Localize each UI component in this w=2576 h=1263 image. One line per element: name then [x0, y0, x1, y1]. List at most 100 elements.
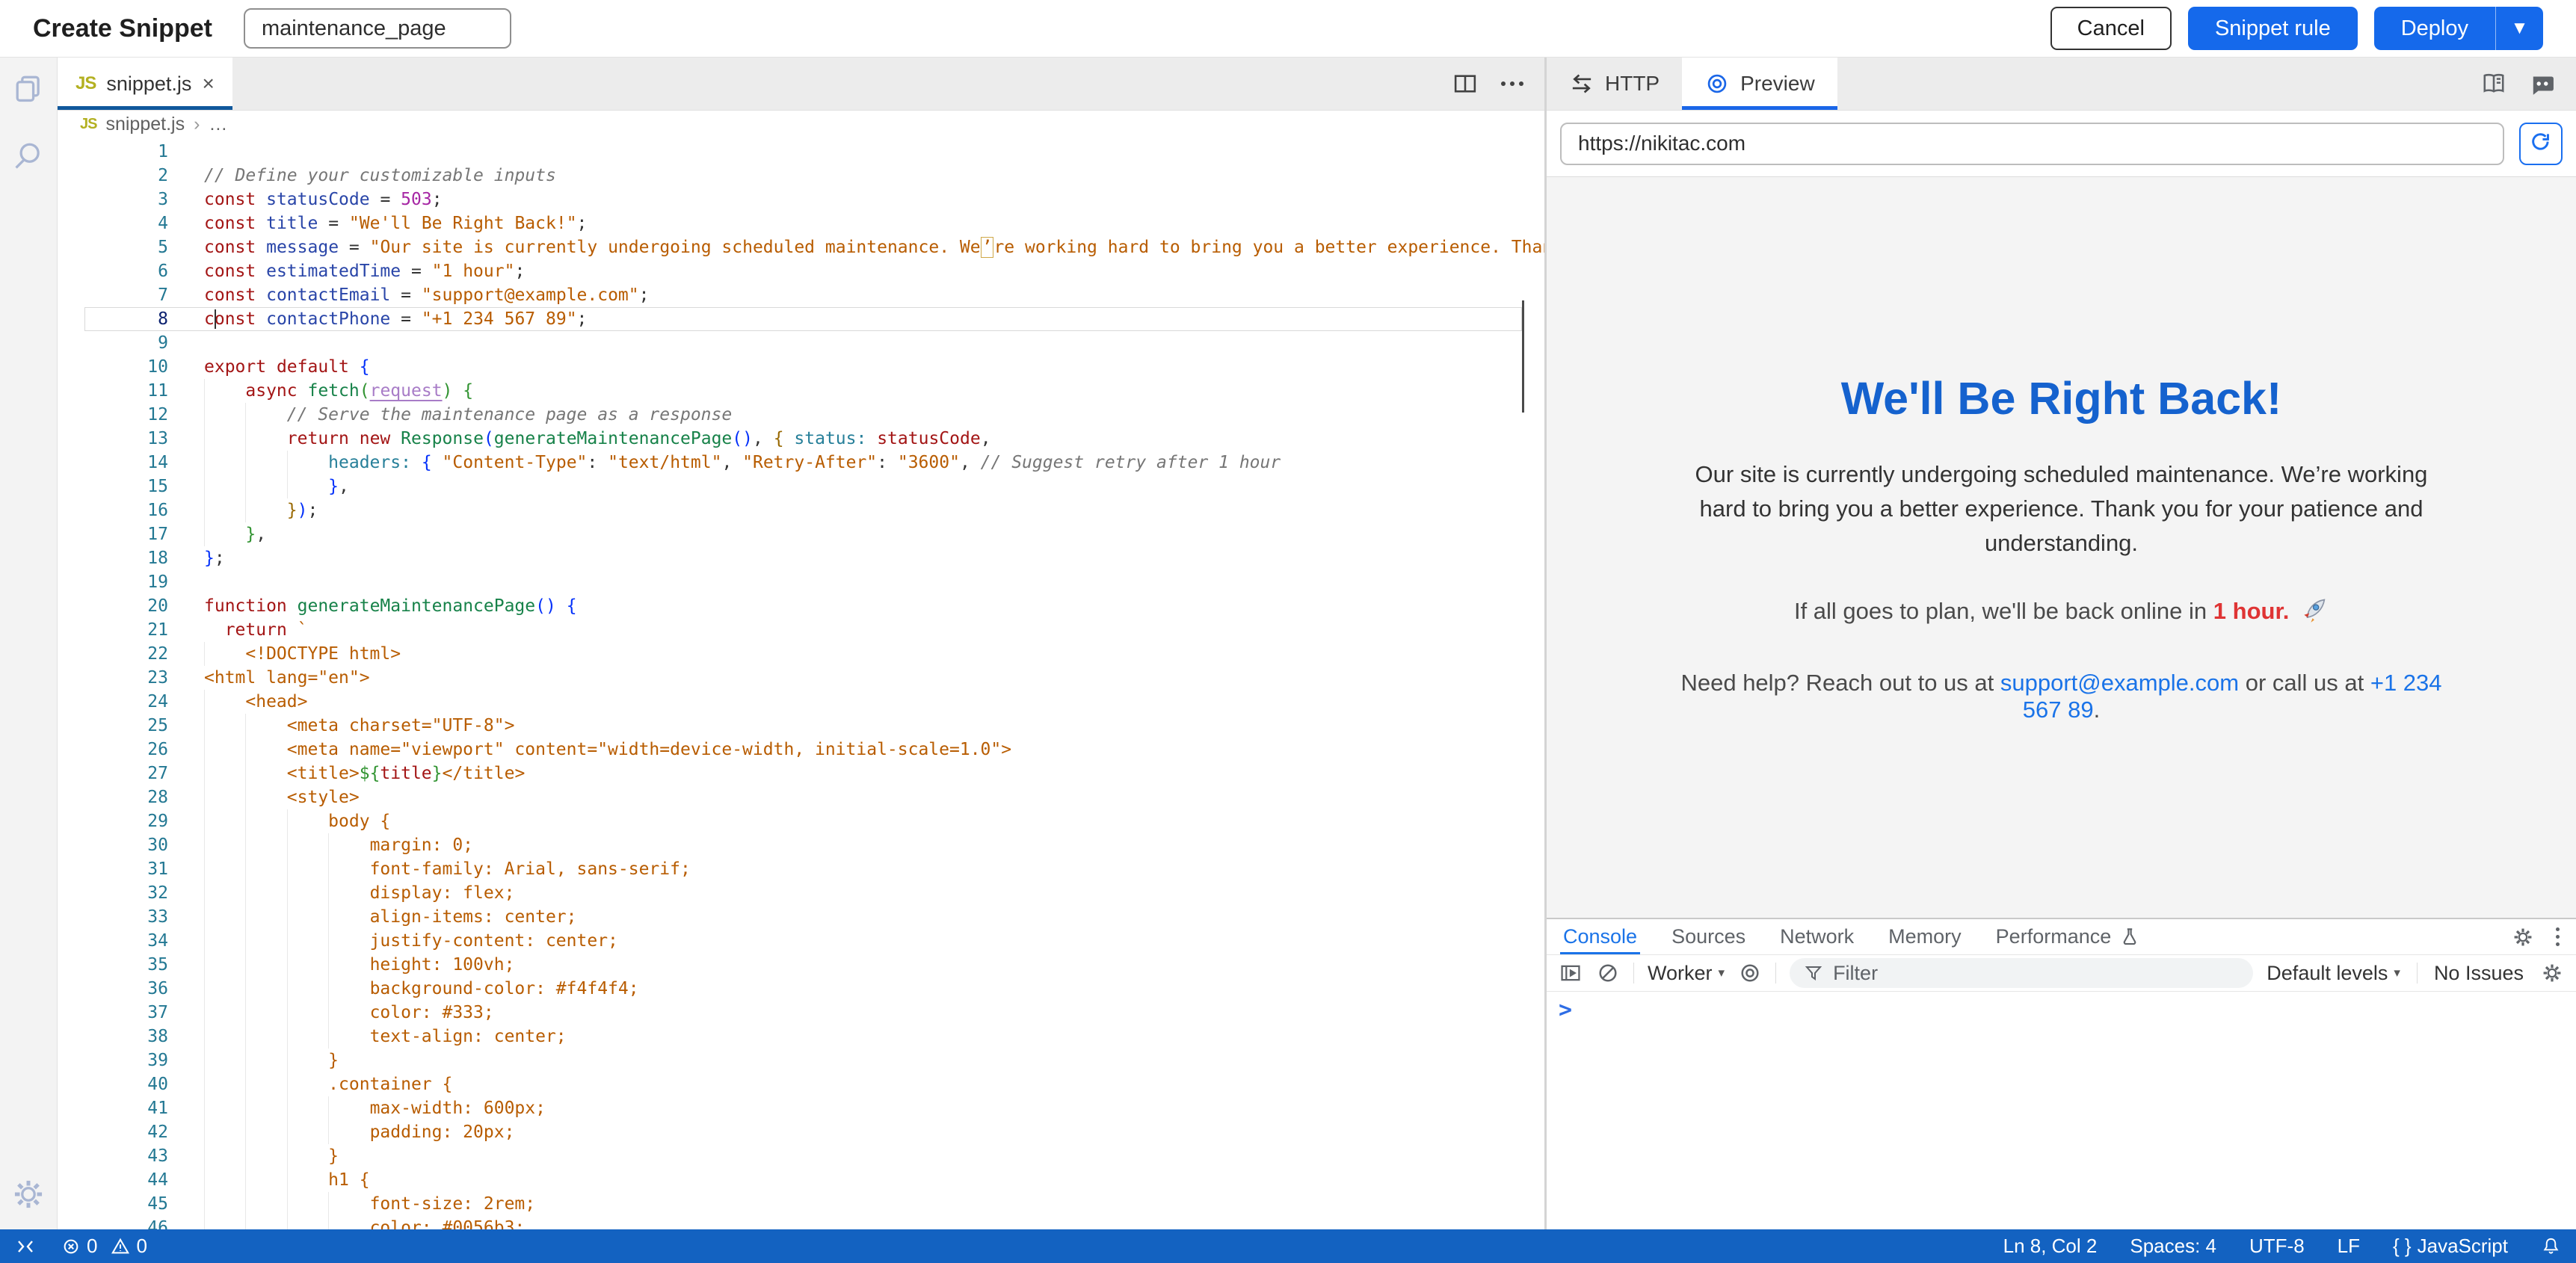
- code-line[interactable]: 13return new Response(generateMaintenanc…: [58, 427, 1544, 451]
- code-line[interactable]: 15},: [58, 475, 1544, 498]
- snippet-name-input[interactable]: [244, 8, 511, 49]
- code-line[interactable]: 24<head>: [58, 690, 1544, 714]
- code-line[interactable]: 40.container {: [58, 1072, 1544, 1096]
- code-line[interactable]: 31font-family: Arial, sans-serif;: [58, 857, 1544, 881]
- tab-snippet-js[interactable]: JS snippet.js ×: [58, 58, 232, 110]
- kebab-menu-icon[interactable]: [2556, 927, 2560, 946]
- devtools-tab-performance[interactable]: Performance: [1996, 919, 2142, 954]
- code-line[interactable]: 4const title = "We'll Be Right Back!";: [58, 211, 1544, 235]
- code-line[interactable]: 1: [58, 140, 1544, 164]
- code-line[interactable]: 37color: #333;: [58, 1001, 1544, 1025]
- refresh-button[interactable]: [2519, 123, 2563, 165]
- tab-preview[interactable]: Preview: [1682, 58, 1837, 110]
- devtools-tab-console[interactable]: Console: [1563, 919, 1637, 954]
- code-line[interactable]: 12// Serve the maintenance page as a res…: [58, 403, 1544, 427]
- devtools-tab-sources[interactable]: Sources: [1671, 919, 1745, 954]
- support-email-link[interactable]: support@example.com: [2000, 670, 2239, 696]
- maintenance-help-line: Need help? Reach out to us at support@ex…: [1680, 670, 2443, 723]
- code-line[interactable]: 30margin: 0;: [58, 833, 1544, 857]
- code-line[interactable]: 20function generateMaintenancePage() {: [58, 594, 1544, 618]
- language-mode[interactable]: { } JavaScript: [2393, 1235, 2508, 1258]
- split-editor-icon[interactable]: [1452, 70, 1479, 97]
- code-line[interactable]: 27<title>${title}</title>: [58, 762, 1544, 785]
- code-line[interactable]: 41max-width: 600px;: [58, 1096, 1544, 1120]
- console-settings-gear-icon[interactable]: [2540, 961, 2564, 985]
- cancel-button[interactable]: Cancel: [2050, 7, 2172, 50]
- code-line[interactable]: 22<!DOCTYPE html>: [58, 642, 1544, 666]
- errors-icon: [61, 1237, 81, 1256]
- code-line[interactable]: 32display: flex;: [58, 881, 1544, 905]
- code-line[interactable]: 16});: [58, 498, 1544, 522]
- code-line[interactable]: 11async fetch(request) {: [58, 379, 1544, 403]
- code-line[interactable]: 8const contactPhone = "+1 234 567 89";: [58, 307, 1544, 331]
- snippet-rule-button[interactable]: Snippet rule: [2188, 7, 2358, 50]
- console-prompt[interactable]: >: [1559, 999, 2564, 1022]
- editor-scrollbar-mark[interactable]: [1522, 300, 1524, 413]
- console-output[interactable]: >: [1547, 992, 2576, 1229]
- code-line[interactable]: 29body {: [58, 809, 1544, 833]
- code-line[interactable]: 45font-size: 2rem;: [58, 1192, 1544, 1216]
- eye-icon[interactable]: [1738, 961, 1762, 985]
- docs-book-icon[interactable]: [2480, 70, 2507, 97]
- filter-input[interactable]: [1833, 962, 2240, 985]
- devtools-tab-network[interactable]: Network: [1780, 919, 1854, 954]
- code-line[interactable]: 3const statusCode = 503;: [58, 188, 1544, 211]
- code-line[interactable]: 19: [58, 570, 1544, 594]
- code-line[interactable]: 6const estimatedTime = "1 hour";: [58, 259, 1544, 283]
- code-line[interactable]: 21 return `: [58, 618, 1544, 642]
- code-line[interactable]: 36background-color: #f4f4f4;: [58, 977, 1544, 1001]
- code-line[interactable]: 23<html lang="en">: [58, 666, 1544, 690]
- more-actions-icon[interactable]: [1501, 81, 1523, 86]
- code-line[interactable]: 18};: [58, 546, 1544, 570]
- code-line[interactable]: 9: [58, 331, 1544, 355]
- worker-context-dropdown[interactable]: Worker ▾: [1648, 962, 1725, 985]
- code-line[interactable]: 17},: [58, 522, 1544, 546]
- files-icon[interactable]: [11, 71, 46, 105]
- code-editor[interactable]: 12// Define your customizable inputs3con…: [58, 138, 1544, 1229]
- code-line[interactable]: 39}: [58, 1049, 1544, 1072]
- remote-indicator[interactable]: [15, 1236, 36, 1257]
- code-line[interactable]: 42padding: 20px;: [58, 1120, 1544, 1144]
- indentation-setting[interactable]: Spaces: 4: [2130, 1235, 2216, 1258]
- code-line[interactable]: 38text-align: center;: [58, 1025, 1544, 1049]
- breadcrumb-more[interactable]: …: [209, 114, 227, 135]
- console-sidebar-toggle-icon[interactable]: [1559, 961, 1583, 985]
- eol-setting[interactable]: LF: [2338, 1235, 2360, 1258]
- caret-down-icon: ▾: [2394, 966, 2400, 981]
- breadcrumb[interactable]: JS snippet.js › …: [58, 111, 1544, 138]
- clear-console-icon[interactable]: [1596, 961, 1620, 985]
- code-line[interactable]: 35height: 100vh;: [58, 953, 1544, 977]
- deploy-dropdown-caret[interactable]: ▼: [2495, 7, 2543, 50]
- code-line[interactable]: 14headers: { "Content-Type": "text/html"…: [58, 451, 1544, 475]
- problems-indicator[interactable]: 0 0: [61, 1235, 147, 1258]
- code-line[interactable]: 25<meta charset="UTF-8">: [58, 714, 1544, 738]
- encoding-setting[interactable]: UTF-8: [2249, 1235, 2305, 1258]
- cursor-position[interactable]: Ln 8, Col 2: [2003, 1235, 2098, 1258]
- tab-http[interactable]: HTTP: [1547, 58, 1682, 110]
- code-line[interactable]: 5const message = "Our site is currently …: [58, 235, 1544, 259]
- default-levels-dropdown[interactable]: Default levels ▾: [2267, 962, 2400, 985]
- deploy-button[interactable]: Deploy: [2374, 7, 2495, 50]
- divider: [1633, 963, 1634, 983]
- code-line[interactable]: 10export default {: [58, 355, 1544, 379]
- url-input[interactable]: [1560, 123, 2504, 165]
- issues-counter[interactable]: No Issues: [2434, 962, 2524, 985]
- code-line[interactable]: 7const contactEmail = "support@example.c…: [58, 283, 1544, 307]
- code-line[interactable]: 26<meta name="viewport" content="width=d…: [58, 738, 1544, 762]
- code-line[interactable]: 33align-items: center;: [58, 905, 1544, 929]
- divider: [2417, 963, 2418, 983]
- settings-gear-icon[interactable]: [2511, 925, 2535, 949]
- code-line[interactable]: 28<style>: [58, 785, 1544, 809]
- search-icon[interactable]: [11, 138, 46, 173]
- code-line[interactable]: 43}: [58, 1144, 1544, 1168]
- code-line[interactable]: 44h1 {: [58, 1168, 1544, 1192]
- close-icon[interactable]: ×: [202, 72, 214, 96]
- settings-gear-icon[interactable]: [11, 1177, 46, 1211]
- breadcrumb-file[interactable]: snippet.js: [105, 114, 185, 135]
- discord-icon[interactable]: [2528, 70, 2557, 98]
- notifications-bell[interactable]: [2541, 1236, 2561, 1256]
- code-line[interactable]: 46color: #0056b3;: [58, 1216, 1544, 1229]
- code-line[interactable]: 2// Define your customizable inputs: [58, 164, 1544, 188]
- devtools-tab-memory[interactable]: Memory: [1888, 919, 1962, 954]
- code-line[interactable]: 34justify-content: center;: [58, 929, 1544, 953]
